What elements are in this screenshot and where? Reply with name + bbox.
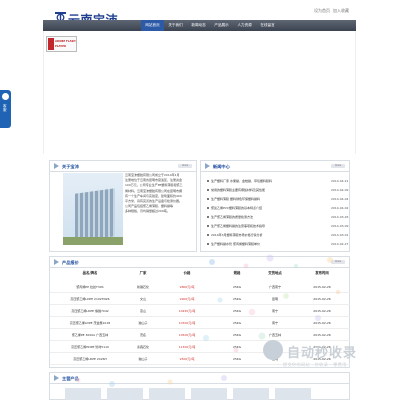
news-item[interactable]: 2014年3月塑料薄膜市场价格行情分析 2014-03-01 [207, 231, 348, 238]
nav-about[interactable]: 关于我们 [164, 20, 187, 31]
news-item[interactable]: 生产塑料薄膜 塑料绿色环保塑料袋料 2014-04-04 [207, 195, 348, 202]
product-thumbnail[interactable] [65, 388, 101, 400]
table-row[interactable]: 聚丙烯PP 拉丝T30S 新疆石化 9800元/吨 25KG 广西南宁 2015-02-2… [50, 281, 350, 293]
prices-title: 产品报价 [62, 260, 79, 265]
table-row[interactable]: 高压聚乙烯LDPE 2102TN26 文山 9900元/吨 25KG 昆明 2015-02… [50, 293, 350, 305]
news-more-button[interactable]: more [331, 164, 345, 168]
news-header: 新闻中心 more [201, 161, 349, 172]
customer-service-tab[interactable]: 客服 [0, 90, 11, 128]
about-line: 多种规格，月均销量超过200吨。 [125, 209, 170, 214]
about-line: 烯材料。云南宝沛塑胶有限公司在昆明市拥 [125, 188, 183, 193]
prices-header: 产品报价 more [50, 257, 349, 268]
about-line: 云南宝沛塑胶有限公司成立于2014年1月 [125, 173, 180, 177]
news-item[interactable]: 常用的塑料薄膜主要有哪些材料及其性能 2014-04-09 [207, 186, 348, 193]
prices-more-button[interactable]: more [331, 260, 345, 264]
news-title: 新闻中心 [213, 164, 230, 169]
side-tab-label: 客服 [3, 104, 7, 112]
bookmark-link[interactable]: 加入收藏 [333, 8, 349, 14]
nav-hr[interactable]: 人力资源 [233, 20, 256, 31]
about-line: 100万元。公司专业生产PE塑料薄膜和聚乙 [125, 183, 183, 188]
table-row[interactable]: 高压聚乙烯LDPE 茂金属1018 独山子 10300元/吨 25KG 南宁 2015-0… [50, 317, 350, 329]
section-arrow-icon [54, 259, 59, 265]
about-header: 关于宝沛 more [50, 161, 196, 172]
section-arrow-icon [205, 163, 210, 169]
col-header: 发布时间 [315, 271, 329, 275]
col-header: 厂家 [139, 271, 147, 275]
watermark-title: 自动秒收录 [287, 346, 358, 361]
watermark-icon [263, 340, 283, 360]
news-item[interactable]: 生产聚乙烯塑料袋的注意事项和技术指导 2014-03-09 [207, 222, 348, 229]
section-arrow-icon [54, 375, 59, 381]
building-facade [75, 188, 115, 242]
products-strip [65, 388, 349, 400]
about-text: 云南宝沛塑胶有限公司成立于2014年1月 注册地位于云南省昆明市官渡区，注册资金… [125, 174, 195, 216]
nav-news[interactable]: 新闻动态 [187, 20, 210, 31]
product-thumbnail[interactable] [275, 388, 311, 400]
about-line: 公司产品包括聚乙烯薄膜、塑料袋等 [125, 204, 174, 209]
flash-placeholder[interactable]: ADOBE FLASH PLAYER [46, 36, 77, 52]
products-title: 主营产品 [62, 376, 79, 381]
about-title: 关于宝沛 [62, 164, 79, 169]
news-item[interactable]: 生产塑料袋水管 聚丙烯塑料薄膜单价 2014-02-27 [207, 240, 348, 247]
flash-icon [48, 38, 54, 50]
table-row[interactable]: 高压聚乙烯LDPE 熔融7042 燕山 10450元/吨 25KG 南宁 2015-02-… [50, 305, 350, 317]
col-header: 规格 [233, 271, 241, 275]
building-lawn [63, 237, 123, 245]
nav-message[interactable]: 在线留言 [256, 20, 279, 31]
about-line: 注册地位于云南省昆明市官渡区，注册资金 [125, 178, 183, 183]
product-thumbnail[interactable] [233, 388, 269, 400]
news-item[interactable]: 聚氯乙烯PVC塑料薄膜的基本特点介绍 2014-04-02 [207, 204, 348, 211]
about-line: 有一个生产车间与实验室，建筑面积约400 [125, 193, 182, 198]
prices-table-header: 品名/牌名 厂家 价格 规格 交货地点 发布时间 [50, 270, 350, 278]
products-header: 主营产品 [50, 373, 349, 384]
nav-home[interactable]: 网站首页 [141, 20, 164, 31]
flash-label: PLAYER [55, 45, 66, 48]
col-header: 品名/牌名 [82, 271, 98, 275]
watermark-subtitle: 提交你的网站 · 秒收录 · 零费用 [283, 362, 347, 367]
watermark: 自动秒收录 提交你的网站 · 秒收录 · 零费用 [263, 340, 383, 374]
news-item[interactable]: 生产塑料厂家 水果袋、金桔袋、草莓塑料膜料 2014-04-21 [207, 177, 348, 184]
banner-area [43, 31, 356, 154]
main-nav: 网站首页 关于我们 新闻动态 产品展示 人力资源 在线留言 [43, 20, 356, 31]
service-icon [2, 93, 9, 100]
product-thumbnail[interactable] [107, 388, 143, 400]
col-header: 价格 [183, 271, 191, 275]
col-header: 交货地点 [268, 271, 282, 275]
news-item[interactable]: 生产聚乙烯薄膜的质量检测方法 2014-03-26 [207, 213, 348, 220]
nav-products[interactable]: 产品展示 [210, 20, 233, 31]
about-line: 平方米，具有完善的生产设备与检测仪器。 [125, 198, 183, 203]
company-building-image [63, 173, 123, 245]
set-homepage-link[interactable]: 设为首页 [314, 8, 330, 14]
section-arrow-icon [54, 163, 59, 169]
product-thumbnail[interactable] [149, 388, 185, 400]
flash-label: ADOBE FLASH [55, 40, 76, 43]
top-links: 设为首页 加入收藏 [314, 8, 349, 14]
about-more-button[interactable]: more [178, 164, 192, 168]
product-thumbnail[interactable] [191, 388, 227, 400]
